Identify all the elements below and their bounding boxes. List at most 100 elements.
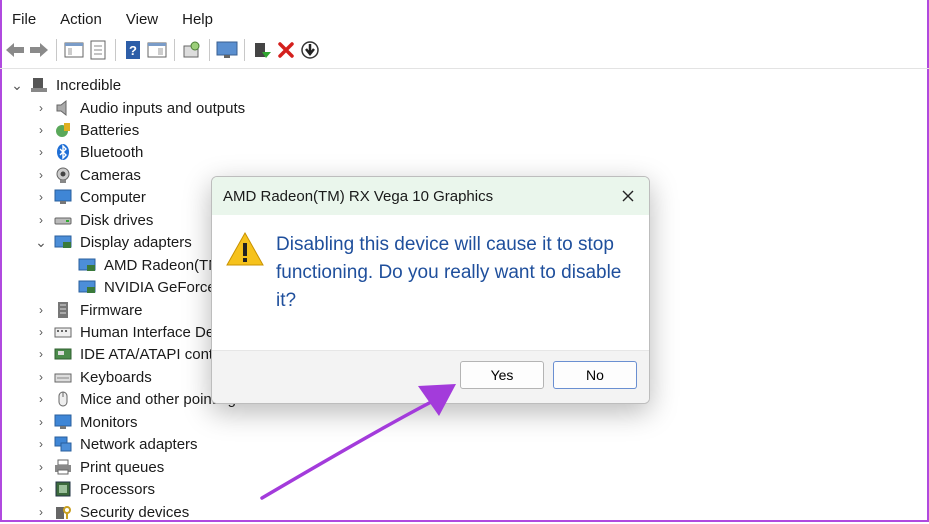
ide-controller-icon xyxy=(54,345,72,363)
tree-item[interactable]: › Cameras xyxy=(34,164,141,186)
back-icon[interactable] xyxy=(4,39,26,61)
chevron-right-icon[interactable]: › xyxy=(34,437,48,451)
chevron-right-icon[interactable]: › xyxy=(34,392,48,406)
hid-icon xyxy=(54,323,72,341)
chevron-right-icon[interactable]: › xyxy=(34,123,48,137)
tree-item-label: Display adapters xyxy=(80,233,192,251)
chevron-right-icon[interactable]: › xyxy=(34,213,48,227)
no-button[interactable]: No xyxy=(553,361,637,389)
camera-icon xyxy=(54,166,72,184)
tree-item-label: Audio inputs and outputs xyxy=(80,99,246,117)
forward-icon[interactable] xyxy=(28,39,50,61)
menu-action[interactable]: Action xyxy=(48,8,114,32)
menu-help[interactable]: Help xyxy=(170,8,225,32)
security-device-icon xyxy=(54,503,72,521)
tree-item-label: Security devices xyxy=(80,503,190,521)
dialog-title: AMD Radeon(TM) RX Vega 10 Graphics xyxy=(223,187,494,205)
network-adapter-icon xyxy=(54,435,72,453)
tree-item[interactable]: › Print queues xyxy=(34,456,164,478)
dialog-message: Disabling this device will cause it to s… xyxy=(276,234,622,311)
tree-item[interactable]: AMD Radeon(TM xyxy=(78,254,221,276)
tree-item[interactable]: › Firmware xyxy=(34,299,143,321)
disk-drive-icon xyxy=(54,211,72,229)
tree-item-label: Cameras xyxy=(80,166,141,184)
battery-icon xyxy=(54,121,72,139)
computer-root xyxy=(30,76,48,94)
dialog-title-bar: AMD Radeon(TM) RX Vega 10 Graphics xyxy=(212,177,649,215)
close-icon[interactable] xyxy=(615,183,641,209)
tree-item-label: Incredible xyxy=(56,76,122,94)
chevron-right-icon[interactable]: › xyxy=(34,505,48,519)
toolbar-separator xyxy=(244,39,245,61)
keyboard-icon xyxy=(54,368,72,386)
display-adapter-icon xyxy=(78,278,96,296)
chevron-right-icon[interactable]: › xyxy=(34,482,48,496)
menu-view[interactable]: View xyxy=(114,8,170,32)
tree-item[interactable]: › Monitors xyxy=(34,411,138,433)
chevron-right-icon[interactable]: › xyxy=(34,415,48,429)
chevron-right-icon[interactable]: › xyxy=(34,347,48,361)
chevron-right-icon[interactable]: › xyxy=(34,145,48,159)
tree-item[interactable]: › Bluetooth xyxy=(34,141,143,163)
disable-device-icon[interactable] xyxy=(299,39,321,61)
speaker-icon xyxy=(54,99,72,117)
tree-item-label: Bluetooth xyxy=(80,143,144,161)
chevron-right-icon[interactable]: › xyxy=(34,370,48,384)
chevron-right-icon[interactable]: › xyxy=(34,303,48,317)
yes-button[interactable]: Yes xyxy=(460,361,544,389)
tree-item-label: Batteries xyxy=(80,121,140,139)
chevron-right-icon[interactable]: › xyxy=(34,190,48,204)
tree-item-label: Computer xyxy=(80,188,146,206)
tree-item-label: AMD Radeon(TM xyxy=(104,256,221,274)
tree-item[interactable]: ⌄ Display adapters xyxy=(34,231,192,253)
tree-item[interactable]: › Keyboards xyxy=(34,366,152,388)
tree-item-label: Network adapters xyxy=(80,435,198,453)
action-pane-icon[interactable] xyxy=(146,39,168,61)
display-adapter-icon xyxy=(54,233,72,251)
menu-bar: File Action View Help xyxy=(0,8,225,32)
tree-item-label: Human Interface De xyxy=(80,323,215,341)
toolbar-separator xyxy=(56,39,57,61)
tree-item[interactable]: NVIDIA GeForce xyxy=(78,276,216,298)
tree-item-label: Firmware xyxy=(80,301,143,319)
tree-root-computer[interactable]: ⌄ Incredible xyxy=(10,74,121,96)
scan-hardware-icon[interactable] xyxy=(181,39,203,61)
enable-device-icon[interactable] xyxy=(251,39,273,61)
properties-icon[interactable] xyxy=(87,39,109,61)
tree-item[interactable]: › IDE ATA/ATAPI contro xyxy=(34,343,226,365)
tree-item[interactable]: › Processors xyxy=(34,478,155,500)
uninstall-device-icon[interactable] xyxy=(275,39,297,61)
tree-item[interactable]: › Batteries xyxy=(34,119,139,141)
menu-file[interactable]: File xyxy=(0,8,48,32)
tree-item-label: Keyboards xyxy=(80,368,152,386)
tree-item[interactable]: › Network adapters xyxy=(34,433,198,455)
chevron-right-icon[interactable]: › xyxy=(34,101,48,115)
tree-item[interactable]: › Computer xyxy=(34,186,146,208)
tree-item-label: Processors xyxy=(80,480,156,498)
tree-item[interactable]: › Audio inputs and outputs xyxy=(34,97,245,119)
dialog-footer: Yes No xyxy=(212,350,649,403)
tree-item[interactable]: › Human Interface De xyxy=(34,321,214,343)
display-adapter-icon xyxy=(78,256,96,274)
monitor-icon xyxy=(54,413,72,431)
warning-icon xyxy=(226,231,264,267)
chevron-down-icon[interactable]: ⌄ xyxy=(34,235,48,249)
show-hide-console-tree-icon[interactable] xyxy=(63,39,85,61)
firmware-icon xyxy=(54,301,72,319)
chevron-down-icon[interactable]: ⌄ xyxy=(10,78,24,92)
mouse-icon xyxy=(54,390,72,408)
chevron-right-icon[interactable]: › xyxy=(34,325,48,339)
toolbar-separator xyxy=(174,39,175,61)
tree-item[interactable]: › Security devices xyxy=(34,501,189,523)
toolbar-divider xyxy=(0,68,929,69)
help-icon[interactable]: ? xyxy=(122,39,144,61)
monitor-icon[interactable] xyxy=(216,39,238,61)
disable-device-dialog: AMD Radeon(TM) RX Vega 10 Graphics Disab… xyxy=(211,176,650,404)
tree-item[interactable]: › Disk drives xyxy=(34,209,153,231)
chevron-right-icon[interactable]: › xyxy=(34,168,48,182)
computer-icon xyxy=(54,188,72,206)
toolbar: ? xyxy=(4,36,323,64)
chevron-right-icon[interactable]: › xyxy=(34,460,48,474)
dialog-body: Disabling this device will cause it to s… xyxy=(212,215,649,351)
toolbar-separator xyxy=(209,39,210,61)
